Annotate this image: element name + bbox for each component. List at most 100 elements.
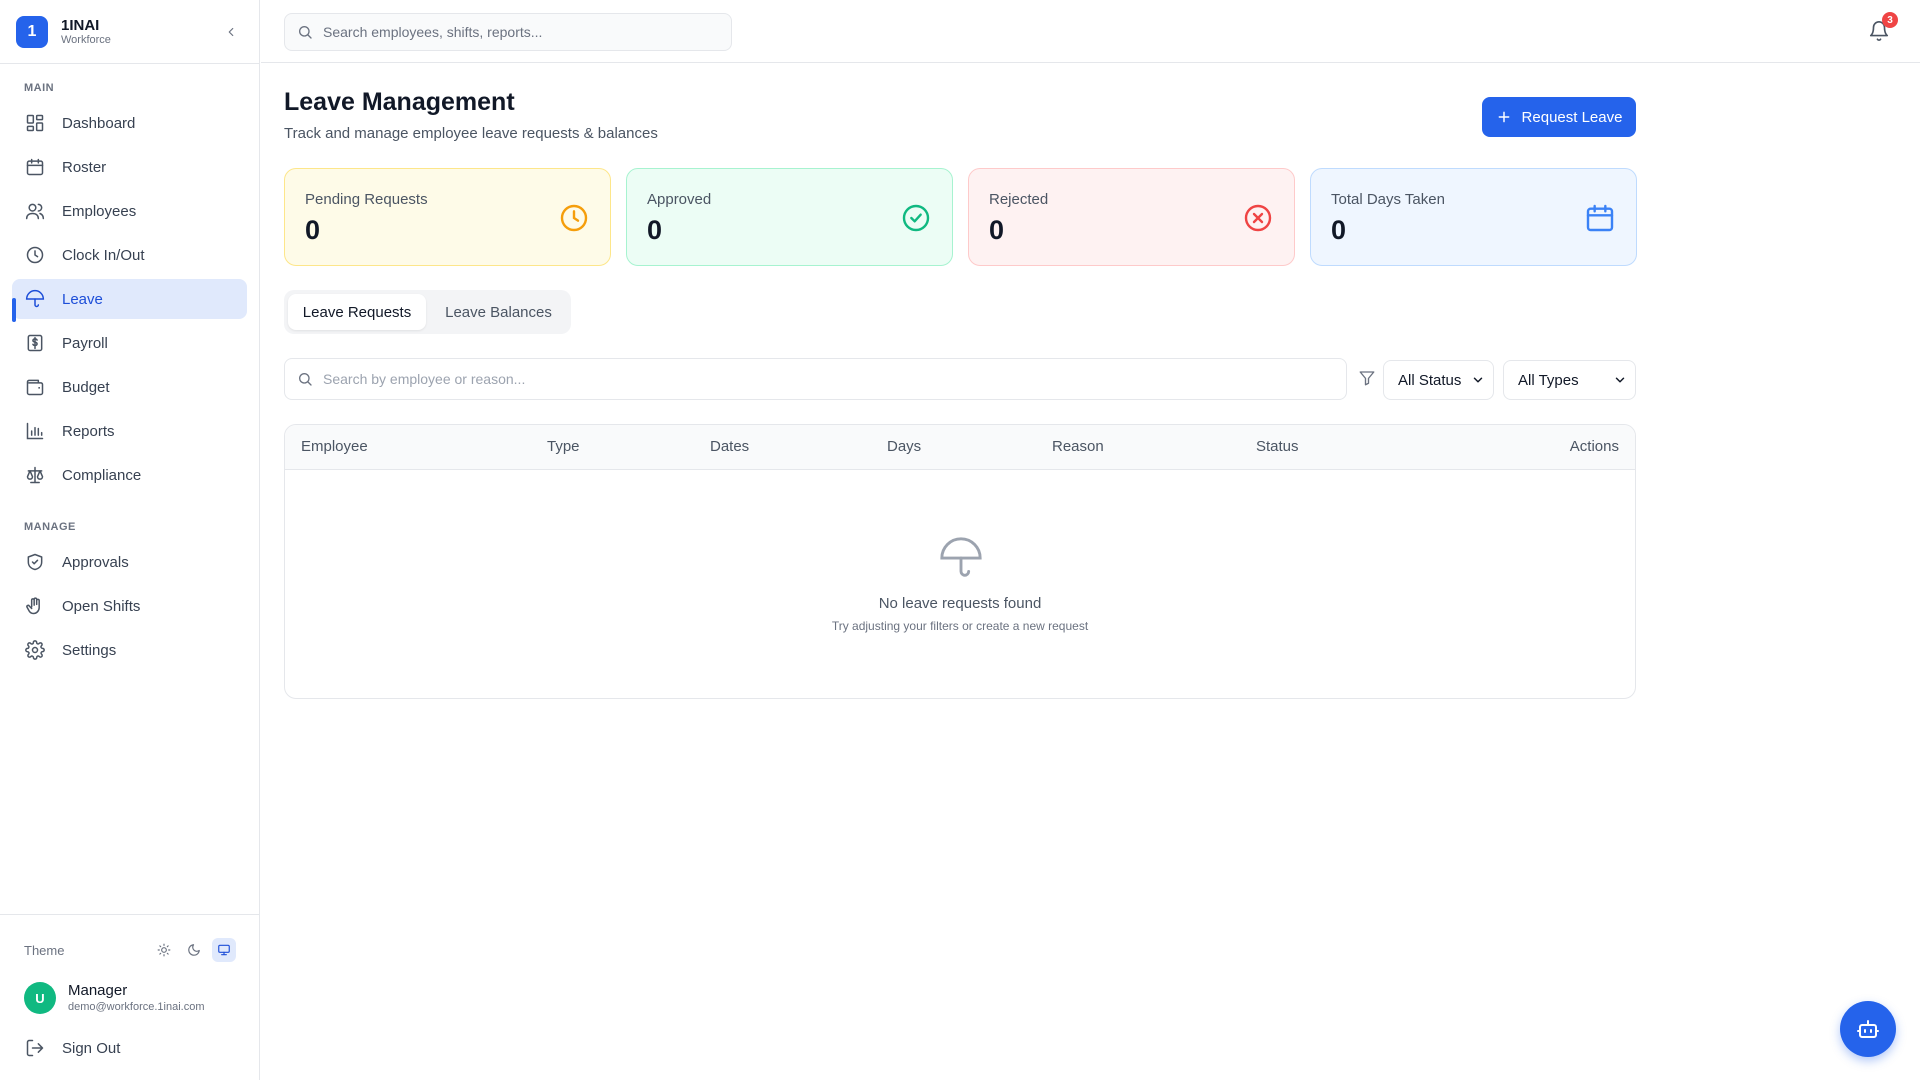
stat-card-approved: Approved 0 (626, 168, 953, 266)
stat-card-pending: Pending Requests 0 (284, 168, 611, 266)
stat-value: 0 (989, 215, 1005, 245)
sidebar-item-label: Reports (62, 422, 115, 440)
request-leave-button[interactable]: Request Leave (1482, 97, 1636, 137)
theme-switcher: Theme (24, 938, 236, 962)
tab-leave-requests[interactable]: Leave Requests (288, 294, 426, 330)
brand[interactable]: 1 1INAI Workforce (16, 16, 111, 48)
empty-state-title: No leave requests found (878, 595, 1042, 612)
collapse-sidebar-button[interactable] (221, 22, 241, 42)
notification-badge: 3 (1882, 12, 1898, 28)
bar-chart-icon (26, 422, 44, 440)
theme-buttons (152, 938, 236, 962)
topbar: 3 (261, 0, 1920, 63)
sidebar-item-label: Dashboard (62, 114, 136, 132)
assistant-bot-button[interactable] (1840, 1001, 1896, 1057)
sidebar-item-label: Roster (62, 158, 107, 176)
user-info: Manager demo@workforce.1inai.com (68, 982, 205, 1014)
search-icon (299, 373, 312, 386)
sign-out-button[interactable]: Sign Out (25, 1038, 120, 1058)
divider (0, 914, 260, 915)
sidebar-item-roster[interactable]: Roster (12, 147, 247, 187)
scale-icon (26, 466, 44, 484)
sidebar-item-label: Budget (62, 378, 110, 396)
monitor-icon (218, 944, 230, 956)
stat-label: Total Days Taken (1331, 191, 1445, 208)
column-header-days: Days (887, 438, 922, 455)
bot-icon (1857, 1020, 1879, 1038)
theme-system-button[interactable] (212, 938, 236, 962)
sidebar-item-employees[interactable]: Employees (12, 191, 247, 231)
sidebar-item-reports[interactable]: Reports (12, 411, 247, 451)
type-filter-select[interactable]: All Types (1503, 360, 1636, 400)
sidebar-item-budget[interactable]: Budget (12, 367, 247, 407)
sidebar-item-leave[interactable]: Leave (12, 279, 247, 319)
sidebar-item-label: Payroll (62, 334, 108, 352)
sun-icon (157, 943, 171, 957)
page-subtitle: Track and manage employee leave requests… (284, 125, 658, 142)
stat-value: 0 (305, 215, 321, 245)
theme-dark-button[interactable] (182, 938, 206, 962)
leave-search-input[interactable] (323, 371, 1323, 387)
user-profile[interactable]: U Manager demo@workforce.1inai.com (24, 982, 205, 1014)
tab-leave-balances[interactable]: Leave Balances (430, 294, 567, 330)
section-label-manage: MANAGE (24, 521, 76, 533)
x-circle-icon (1244, 204, 1272, 232)
sign-out-label: Sign Out (62, 1039, 121, 1057)
brand-name: 1INAI (61, 17, 100, 34)
dashboard-icon (26, 114, 44, 132)
request-leave-label: Request Leave (1521, 108, 1623, 126)
stat-label: Approved (647, 191, 712, 208)
divider (0, 63, 260, 64)
leave-search[interactable] (284, 358, 1347, 400)
sidebar-item-clock[interactable]: Clock In/Out (12, 235, 247, 275)
column-header-type: Type (547, 438, 580, 455)
umbrella-icon (940, 537, 982, 577)
calendar-icon (1586, 204, 1614, 232)
chevron-left-icon (228, 27, 234, 37)
sidebar-item-label: Leave (62, 290, 103, 308)
column-header-employee: Employee (301, 438, 368, 455)
chevron-down-icon (1615, 377, 1625, 383)
theme-light-button[interactable] (152, 938, 176, 962)
leave-tabs: Leave Requests Leave Balances (284, 290, 571, 334)
sidebar-item-approvals[interactable]: Approvals (12, 542, 247, 582)
leave-requests-table: Employee Type Dates Days Reason Status A… (284, 424, 1636, 699)
global-search[interactable] (284, 13, 732, 51)
brand-subtitle: Workforce (61, 34, 111, 46)
status-filter-select[interactable]: All Status (1383, 360, 1494, 400)
empty-state-subtitle: Try adjusting your filters or create a n… (831, 619, 1089, 633)
column-header-actions: Actions (1569, 438, 1619, 455)
check-circle-icon (902, 204, 930, 232)
global-search-input[interactable] (323, 24, 723, 40)
stat-label: Rejected (989, 191, 1049, 208)
type-filter-value: All Types (1518, 371, 1579, 389)
sidebar-item-compliance[interactable]: Compliance (12, 455, 247, 495)
sidebar-item-label: Clock In/Out (62, 246, 145, 264)
log-out-icon (26, 1039, 44, 1057)
umbrella-icon (25, 290, 45, 308)
plus-icon (1498, 111, 1509, 123)
sidebar-item-label: Compliance (62, 466, 142, 484)
column-header-status: Status (1256, 438, 1299, 455)
status-filter-value: All Status (1398, 371, 1462, 389)
clock-icon (560, 204, 588, 232)
sidebar-item-label: Approvals (62, 553, 129, 571)
wallet-icon (26, 379, 44, 396)
chevron-down-icon (1473, 377, 1483, 383)
sidebar-item-label: Employees (62, 202, 137, 220)
hand-icon (26, 597, 40, 615)
sidebar-item-settings[interactable]: Settings (12, 630, 247, 670)
users-icon (25, 203, 45, 220)
brand-text: 1INAI Workforce (61, 17, 111, 47)
stat-card-rejected: Rejected 0 (968, 168, 1295, 266)
page-title: Leave Management (284, 88, 515, 116)
sidebar-item-open-shifts[interactable]: Open Shifts (12, 586, 247, 626)
column-header-reason: Reason (1052, 438, 1104, 455)
search-icon (299, 26, 312, 39)
sidebar-item-dashboard[interactable]: Dashboard (12, 103, 247, 143)
avatar: U (24, 982, 56, 1014)
theme-label: Theme (24, 942, 65, 958)
stat-value: 0 (647, 215, 663, 245)
stat-card-total-days: Total Days Taken 0 (1310, 168, 1637, 266)
sidebar-item-payroll[interactable]: Payroll (12, 323, 247, 363)
